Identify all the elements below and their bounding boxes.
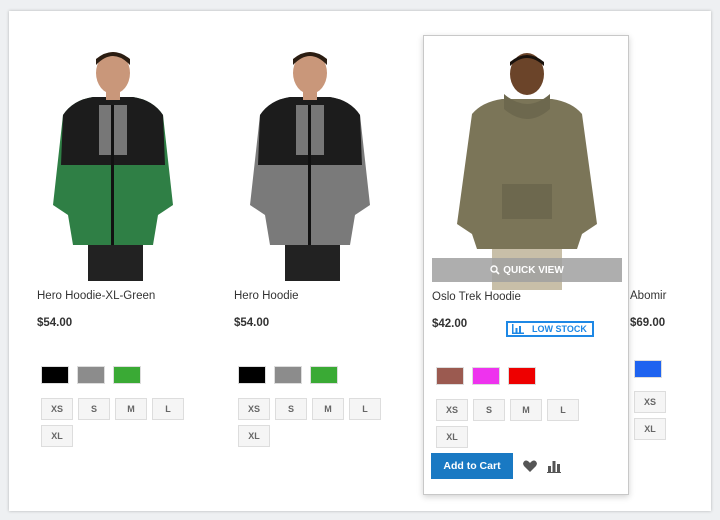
size-option[interactable]: L [547, 399, 579, 421]
product-price: $42.00 [432, 318, 468, 330]
color-swatches [436, 367, 536, 385]
search-icon [490, 265, 500, 275]
low-stock-badge: LOW STOCK [506, 321, 594, 337]
product-price: $54.00 [234, 317, 270, 329]
size-options: XS S M L XL [436, 399, 596, 448]
size-option[interactable]: L [152, 398, 184, 420]
product-name[interactable]: Hero Hoodie [234, 290, 299, 302]
product-card-hovered: QUICK VIEW Oslo Trek Hoodie $42.00 LOW S… [423, 35, 629, 495]
size-option[interactable]: S [473, 399, 505, 421]
size-option[interactable]: XS [238, 398, 270, 420]
product-card: Hero Hoodie $54.00 XS S M L XL [230, 11, 426, 507]
product-name[interactable]: Abomir [630, 290, 666, 302]
product-image[interactable] [230, 45, 390, 281]
product-name[interactable]: Oslo Trek Hoodie [432, 291, 521, 303]
heart-icon[interactable] [522, 458, 538, 474]
swatch-magenta[interactable] [472, 367, 500, 385]
size-options: XS S M L XL [41, 398, 201, 447]
product-price: $69.00 [630, 317, 666, 329]
swatch-black[interactable] [41, 366, 69, 384]
product-price: $54.00 [37, 317, 73, 329]
color-swatches [41, 366, 141, 384]
swatch-blue[interactable] [634, 360, 662, 378]
size-options: XS XL [634, 391, 674, 440]
size-option[interactable]: S [275, 398, 307, 420]
size-option[interactable]: XL [41, 425, 73, 447]
swatch-black[interactable] [238, 366, 266, 384]
size-option[interactable]: XS [41, 398, 73, 420]
compare-icon[interactable] [546, 458, 562, 474]
color-swatches [634, 360, 662, 378]
product-name[interactable]: Hero Hoodie-XL-Green [37, 290, 155, 302]
product-card: Hero Hoodie-XL-Green $54.00 XS S M L XL [33, 11, 229, 507]
size-option[interactable]: S [78, 398, 110, 420]
add-to-cart-button[interactable]: Add to Cart [431, 453, 513, 479]
size-option[interactable]: XL [634, 418, 666, 440]
quick-view-label: QUICK VIEW [503, 264, 564, 276]
product-grid: Hero Hoodie-XL-Green $54.00 XS S M L XL … [9, 11, 711, 511]
quick-view-button[interactable]: QUICK VIEW [432, 258, 622, 282]
swatch-gray[interactable] [274, 366, 302, 384]
size-option[interactable]: XL [436, 426, 468, 448]
size-option[interactable]: M [510, 399, 542, 421]
product-image[interactable] [432, 44, 622, 290]
swatch-gray[interactable] [77, 366, 105, 384]
size-options: XS S M L XL [238, 398, 398, 447]
size-option[interactable]: XS [634, 391, 666, 413]
product-card: Abomir $69.00 XS XL [626, 11, 711, 507]
stock-chart-icon [508, 323, 528, 335]
product-image[interactable] [33, 45, 193, 281]
swatch-brown[interactable] [436, 367, 464, 385]
swatch-green[interactable] [310, 366, 338, 384]
size-option[interactable]: M [115, 398, 147, 420]
size-option[interactable]: L [349, 398, 381, 420]
swatch-green[interactable] [113, 366, 141, 384]
size-option[interactable]: M [312, 398, 344, 420]
color-swatches [238, 366, 338, 384]
size-option[interactable]: XS [436, 399, 468, 421]
size-option[interactable]: XL [238, 425, 270, 447]
swatch-red[interactable] [508, 367, 536, 385]
low-stock-label: LOW STOCK [532, 324, 587, 334]
